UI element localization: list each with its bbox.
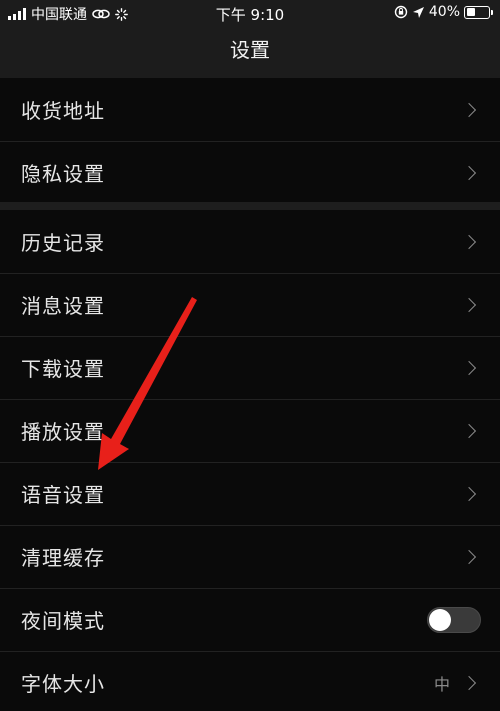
chevron-right-icon [461,486,477,501]
settings-group-account: 收货地址 隐私设置 [0,78,500,204]
setting-label: 下载设置 [21,357,105,381]
location-icon [412,6,424,18]
chevron-right-icon [461,165,477,180]
font-size-value: 中 [433,674,450,694]
setting-row-messages[interactable]: 消息设置 [0,273,500,336]
setting-row-privacy[interactable]: 隐私设置 [0,141,500,204]
setting-label: 语音设置 [21,483,105,507]
setting-row-clear-cache[interactable]: 清理缓存 [0,525,500,588]
status-right: 40% [394,4,493,20]
setting-label: 隐私设置 [21,162,105,186]
settings-group-general: 历史记录 消息设置 下载设置 播放设置 语音设置 清理缓存 夜间模式 字体大小 … [0,210,500,711]
chevron-right-icon [461,234,477,249]
chevron-right-icon [461,360,477,375]
status-bar: 中国联通 下午 9:10 40% [0,0,500,26]
setting-row-night-mode: 夜间模式 [0,588,500,651]
setting-label: 字体大小 [21,672,105,696]
setting-label: 收货地址 [21,99,105,123]
page-title: 设置 [230,38,270,62]
chevron-right-icon [461,549,477,564]
toggle-knob [429,608,451,631]
group-separator [0,202,500,210]
chevron-right-icon [461,423,477,438]
setting-label: 清理缓存 [21,546,105,570]
chevron-right-icon [461,102,477,117]
setting-row-download[interactable]: 下载设置 [0,336,500,399]
setting-label: 消息设置 [21,294,105,318]
night-mode-toggle[interactable] [427,606,481,633]
battery-level [466,8,475,16]
battery-icon [464,5,493,19]
setting-row-font-size[interactable]: 字体大小 中 [0,651,500,711]
setting-label: 播放设置 [21,420,105,444]
setting-row-voice[interactable]: 语音设置 [0,462,500,525]
setting-row-playback[interactable]: 播放设置 [0,399,500,462]
battery-percentage: 40% [428,4,460,20]
rotation-lock-icon [394,5,408,19]
navigation-bar: 设置 [0,26,500,78]
chevron-right-icon [461,297,477,312]
setting-label: 历史记录 [21,231,105,255]
setting-row-shipping-address[interactable]: 收货地址 [0,78,500,141]
setting-row-history[interactable]: 历史记录 [0,210,500,273]
chevron-right-icon [461,675,477,690]
setting-label: 夜间模式 [21,609,105,633]
